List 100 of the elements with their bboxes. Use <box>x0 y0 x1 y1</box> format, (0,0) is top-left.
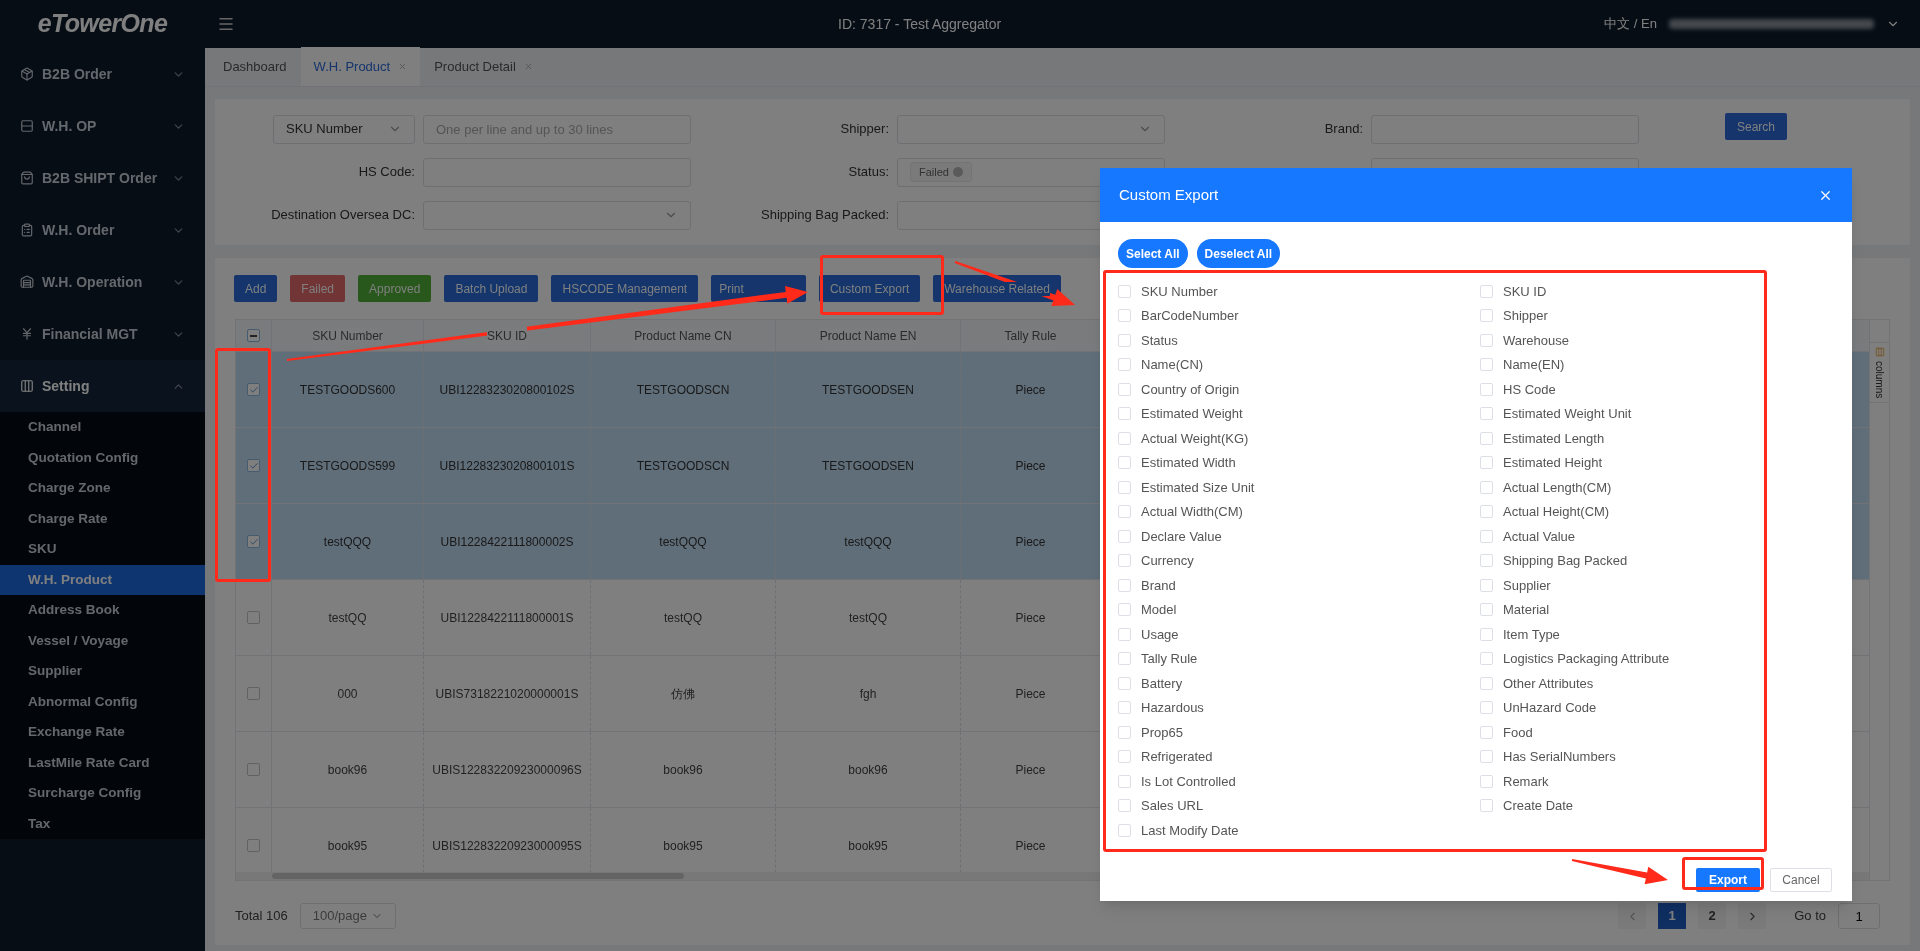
field-checkbox[interactable]: Actual Value <box>1480 524 1834 549</box>
field-checkbox[interactable]: Actual Weight(KG) <box>1118 426 1480 451</box>
field-checkbox[interactable]: Status <box>1118 328 1480 353</box>
field-checkbox[interactable]: Other Attributes <box>1480 671 1834 696</box>
cancel-button[interactable]: Cancel <box>1770 868 1832 892</box>
toolbar-button[interactable]: HSCODE Management <box>551 275 699 302</box>
table-cell: TESTGOODSEN <box>776 352 961 427</box>
deselect-all-button[interactable]: Deselect All <box>1196 239 1281 268</box>
table-cell: UBI1228323020800101S <box>424 428 591 503</box>
field-checkbox[interactable]: Shipping Bag Packed <box>1480 548 1834 573</box>
table-cell: testQQQ <box>591 504 776 579</box>
sidebar-item[interactable]: Abnormal Config <box>0 686 205 717</box>
field-checkbox[interactable]: Battery <box>1118 671 1480 696</box>
field-checkbox[interactable]: Hazardous <box>1118 695 1480 720</box>
language-menu[interactable]: 中文 / En <box>1604 14 1657 34</box>
page-button[interactable]: 2 <box>1698 903 1727 929</box>
field-checkbox[interactable]: Refrigerated <box>1118 744 1480 769</box>
sidebar-item[interactable]: Charge Zone <box>0 473 205 504</box>
type-select[interactable]: SKU Number <box>273 114 415 144</box>
field-checkbox[interactable]: Country of Origin <box>1118 377 1480 402</box>
table-cell: TESTGOODSCN <box>591 428 776 503</box>
field-checkbox[interactable]: Estimated Size Unit <box>1118 475 1480 500</box>
toolbar-button[interactable]: Custom Export <box>818 275 921 302</box>
table-cell: TESTGOODS599 <box>272 428 424 503</box>
field-checkbox[interactable]: Estimated Width <box>1118 450 1480 475</box>
sidebar-item[interactable]: Tax <box>0 808 205 839</box>
sidebar-item[interactable]: Address Book <box>0 595 205 626</box>
field-checkbox[interactable]: Declare Value <box>1118 524 1480 549</box>
field-checkbox[interactable]: Warehouse <box>1480 328 1834 353</box>
sidebar-item[interactable]: Channel <box>0 412 205 443</box>
field-checkbox[interactable]: Actual Length(CM) <box>1480 475 1834 500</box>
field-checkbox[interactable]: Shipper <box>1480 303 1834 328</box>
sidebar-item[interactable]: Supplier <box>0 656 205 687</box>
field-checkbox[interactable]: Model <box>1118 597 1480 622</box>
field-checkbox[interactable]: Estimated Weight <box>1118 401 1480 426</box>
toolbar-button[interactable]: Warehouse Related <box>933 275 1061 302</box>
table-cell: testQQ <box>272 580 424 655</box>
sidebar-item[interactable]: Charge Rate <box>0 503 205 534</box>
page-button[interactable]: 1 <box>1658 903 1687 929</box>
sidebar-group[interactable]: B2B SHIPT Order <box>0 152 205 204</box>
table-cell: testQQ <box>591 580 776 655</box>
sidebar-group[interactable]: W.H. Order <box>0 204 205 256</box>
field-checkbox[interactable]: Material <box>1480 597 1834 622</box>
field-checkbox[interactable]: Last Modify Date <box>1118 818 1480 843</box>
column-header: Product Name CN <box>591 320 776 351</box>
field-checkbox[interactable]: Item Type <box>1480 622 1834 647</box>
goto-input-field[interactable]: 1 <box>1838 903 1880 929</box>
table-cell: 000 <box>272 656 424 731</box>
sidebar-group[interactable]: Setting <box>0 360 205 412</box>
filter-label: HS Code: <box>357 163 415 182</box>
field-checkbox[interactable]: Name(EN) <box>1480 352 1834 377</box>
total-count: Total 106 <box>235 907 288 926</box>
sidebar-item[interactable]: Vessel / Voyage <box>0 625 205 656</box>
field-checkbox[interactable]: Estimated Weight Unit <box>1480 401 1834 426</box>
toolbar-button[interactable]: Add <box>234 275 278 302</box>
field-checkbox[interactable]: SKU Number <box>1118 279 1480 304</box>
field-checkbox[interactable]: Has SerialNumbers <box>1480 744 1834 769</box>
page-tab[interactable]: W.H. Product <box>300 47 421 86</box>
field-checkbox[interactable]: Remark <box>1480 769 1834 794</box>
page-size-select[interactable]: 100/page <box>299 903 396 929</box>
sidebar-group[interactable]: Financial MGT <box>0 308 205 360</box>
sidebar-group[interactable]: W.H. Operation <box>0 256 205 308</box>
field-checkbox[interactable]: BarCodeNumber <box>1118 303 1480 328</box>
toolbar-button[interactable]: Batch Upload <box>444 275 539 302</box>
sidebar-item[interactable]: Quotation Config <box>0 442 205 473</box>
table-cell: book96 <box>272 732 424 807</box>
table-cell: UBI1228422111800002S <box>424 504 591 579</box>
goto-label: Go to <box>1794 907 1826 926</box>
column-header: Product Name EN <box>776 320 961 351</box>
sidebar-group[interactable]: B2B Order <box>0 48 205 100</box>
table-cell: 仿佛 <box>591 656 776 731</box>
column-header: Tally Rule <box>961 320 1101 351</box>
sidebar-item[interactable]: Surcharge Config <box>0 778 205 809</box>
field-checkbox[interactable]: Usage <box>1118 622 1480 647</box>
toolbar-button[interactable]: Failed <box>290 275 346 302</box>
table-cell: book96 <box>591 732 776 807</box>
search-button[interactable]: Search <box>1725 113 1788 140</box>
field-checkbox[interactable]: Name(CN) <box>1118 352 1480 377</box>
field-checkbox[interactable]: UnHazard Code <box>1480 695 1834 720</box>
sidebar-item[interactable]: Exchange Rate <box>0 717 205 748</box>
header-title: ID: 7317 - Test Aggregator <box>838 14 1002 34</box>
field-checkbox[interactable]: Is Lot Controlled <box>1118 769 1480 794</box>
field-checkbox[interactable]: HS Code <box>1480 377 1834 402</box>
export-button[interactable]: Export <box>1696 868 1760 892</box>
sidebar-item[interactable]: LastMile Rate Card <box>0 747 205 778</box>
columns-tab[interactable]: columns <box>1869 342 1890 404</box>
field-checkbox[interactable]: SKU ID <box>1480 279 1834 304</box>
filter-label: Status: <box>847 163 889 182</box>
filter-label: Destination Oversea DC: <box>270 206 415 225</box>
field-checkbox[interactable]: Currency <box>1118 548 1480 573</box>
select-all-button[interactable]: Select All <box>1118 239 1188 268</box>
table-cell: UBI1228323020800102S <box>424 352 591 427</box>
sidebar-group[interactable]: W.H. OP <box>0 100 205 152</box>
page-tab[interactable]: Product Detail <box>421 47 546 86</box>
table-cell: testQQQ <box>776 504 961 579</box>
field-checkbox[interactable]: Estimated Length <box>1480 426 1834 451</box>
field-checkbox[interactable]: Estimated Height <box>1480 450 1834 475</box>
sidebar-item[interactable]: SKU <box>0 534 205 565</box>
sidebar-item[interactable]: W.H. Product <box>0 564 205 595</box>
page-tab[interactable]: Dashboard <box>210 47 300 86</box>
